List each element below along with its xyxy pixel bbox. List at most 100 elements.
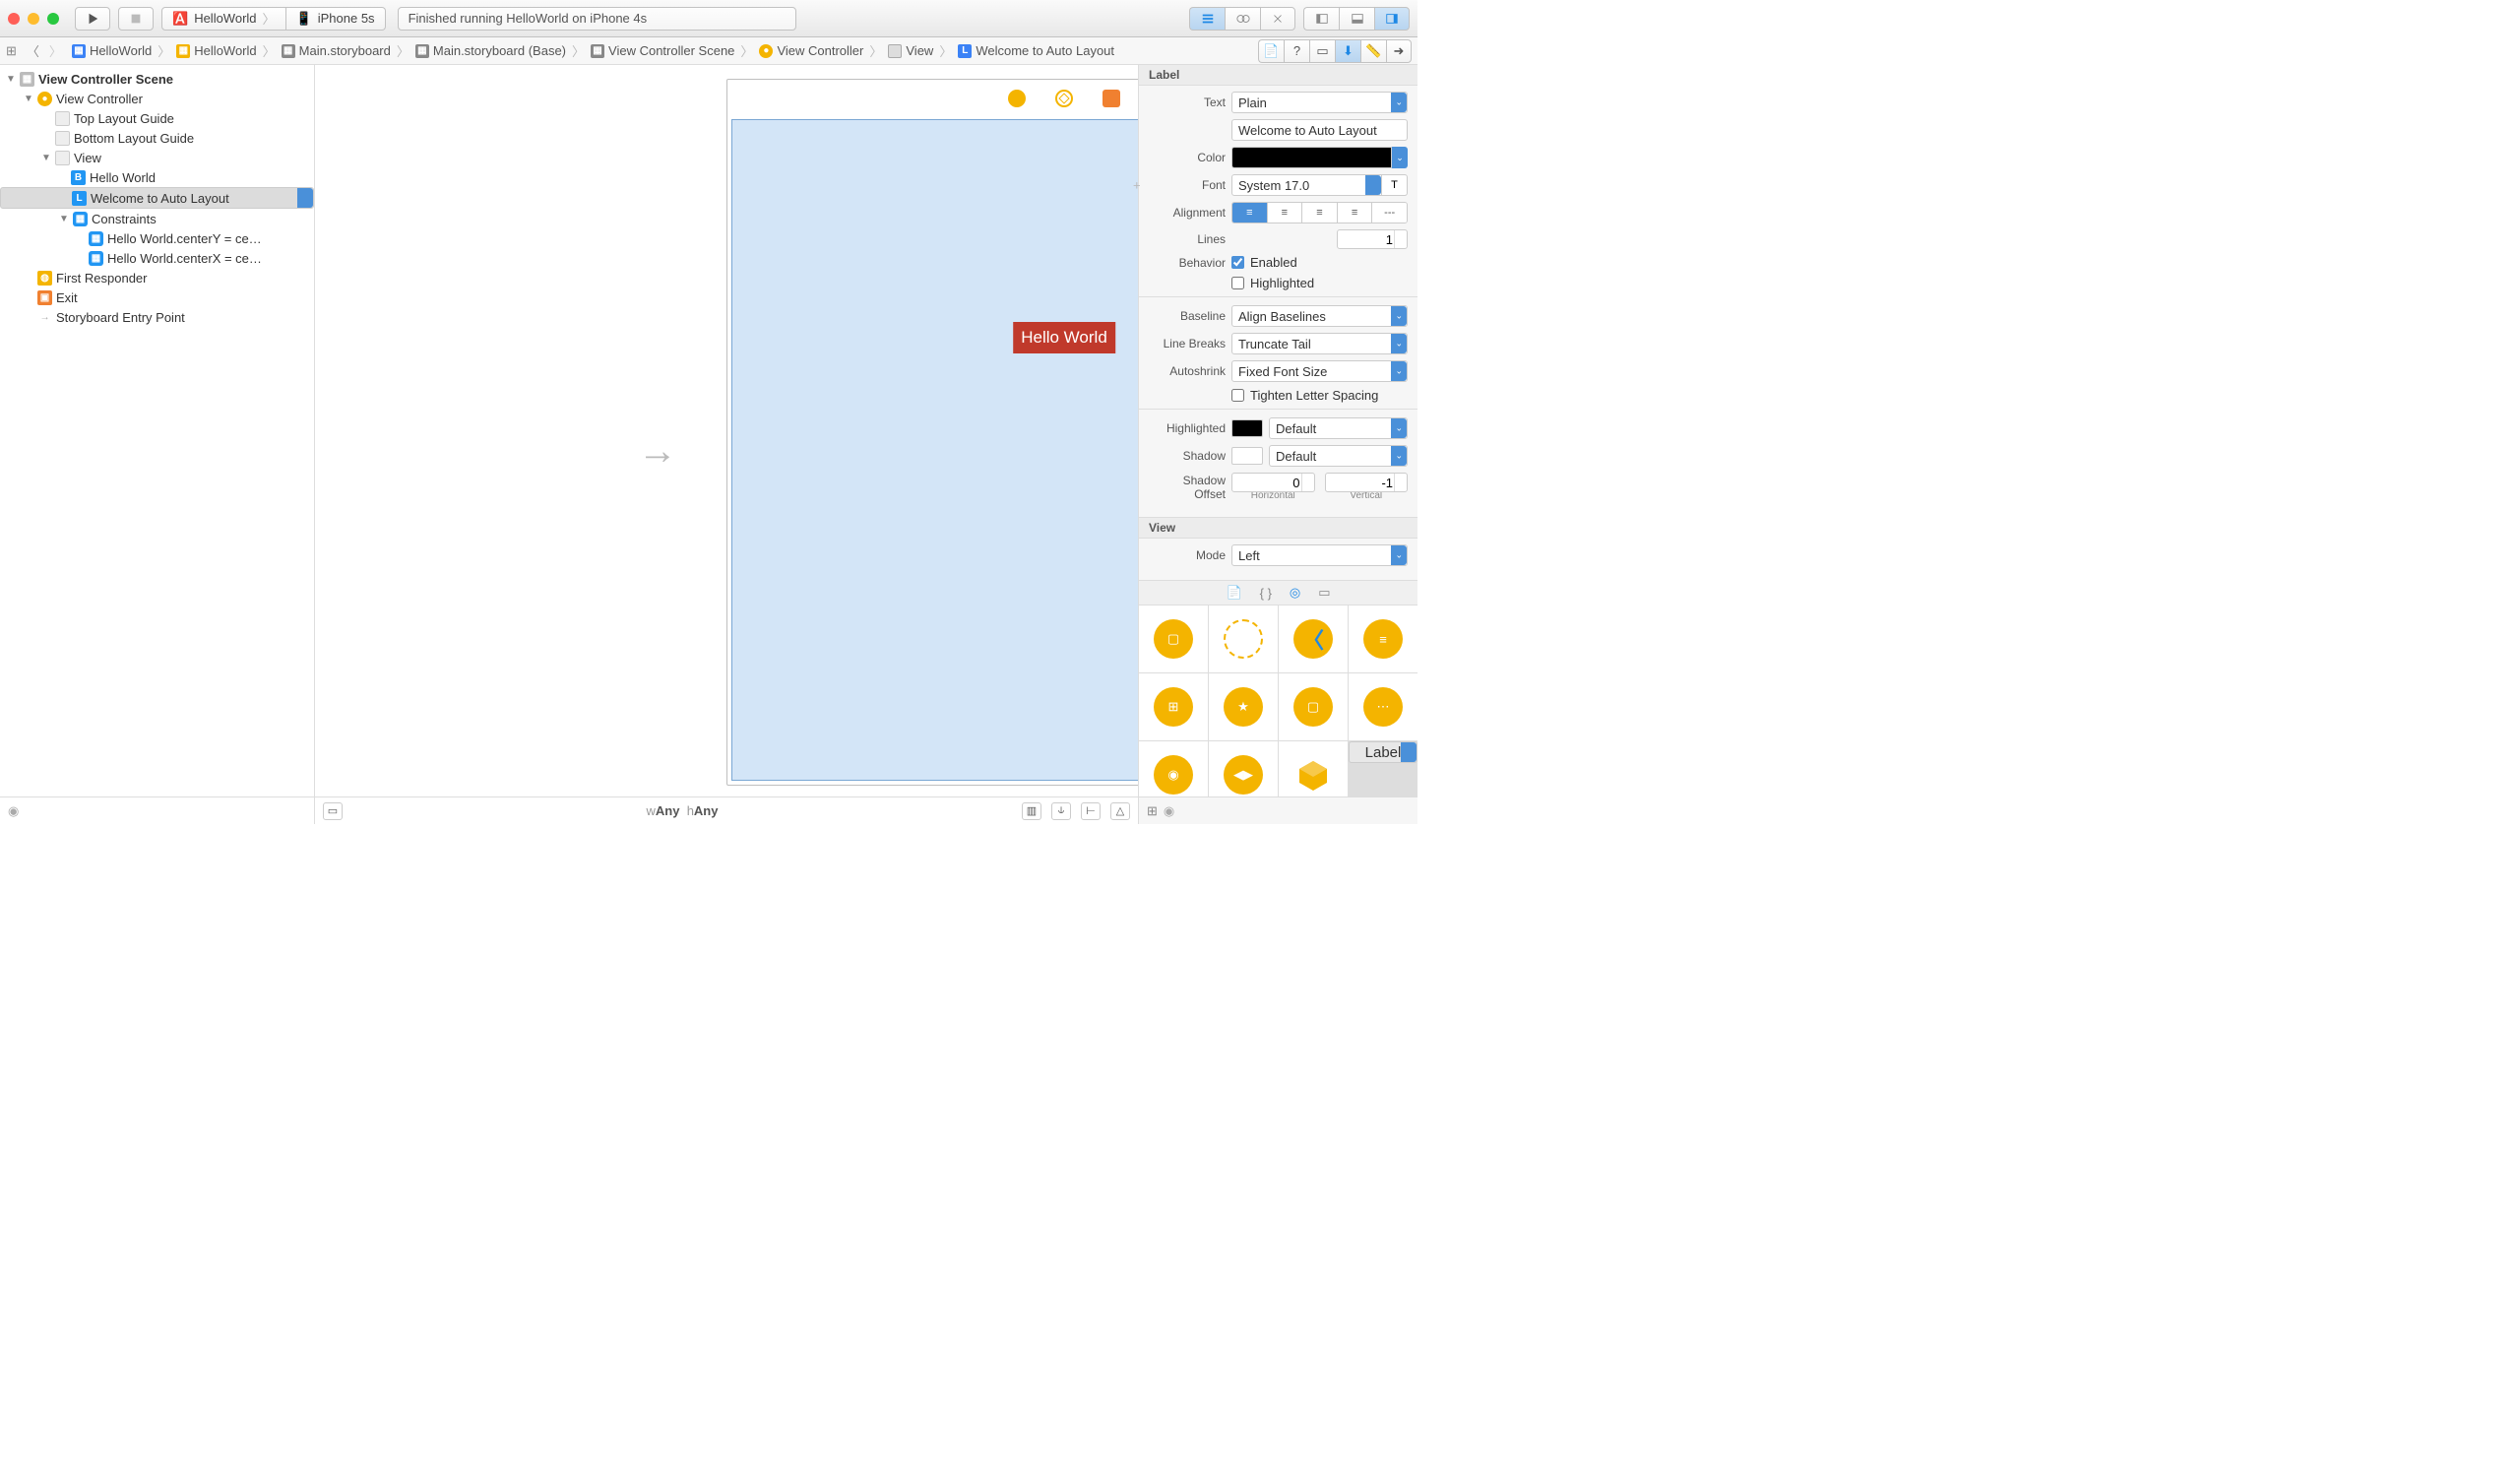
- highlighted-swatch[interactable]: [1231, 419, 1263, 437]
- font-select[interactable]: System 17.0: [1231, 174, 1382, 196]
- related-items-icon[interactable]: ⊞: [6, 43, 17, 59]
- library-view-toggle-icon[interactable]: ⊞: [1147, 803, 1158, 819]
- align-button[interactable]: ⫝: [1051, 802, 1071, 820]
- align-left-icon[interactable]: ≡: [1232, 203, 1268, 223]
- crumb-storyboard-base[interactable]: ▦Main.storyboard (Base): [411, 43, 570, 58]
- baseline-select[interactable]: Align Baselines⌄: [1231, 305, 1408, 327]
- lib-item-11[interactable]: [1279, 741, 1348, 796]
- toggle-outline-button[interactable]: ▭: [323, 802, 343, 820]
- highlighted-select[interactable]: Default⌄: [1269, 417, 1408, 439]
- text-color-swatch[interactable]: [1231, 147, 1392, 168]
- scene-responder-icon[interactable]: [1055, 90, 1073, 107]
- pin-button[interactable]: ⊢: [1081, 802, 1101, 820]
- text-type-select[interactable]: Plain⌄: [1231, 92, 1408, 113]
- lib-item-8[interactable]: ⋯: [1349, 673, 1418, 740]
- outline-constraints[interactable]: ▼▦Constraints: [0, 209, 314, 228]
- outline-label[interactable]: LWelcome to Auto Layout: [0, 187, 314, 209]
- lib-item-6[interactable]: ★: [1209, 673, 1278, 740]
- outline-scene[interactable]: ▼▦View Controller Scene: [0, 69, 314, 89]
- file-template-library-icon[interactable]: 📄: [1226, 585, 1241, 601]
- tighten-checkbox[interactable]: [1231, 389, 1244, 402]
- outline-view[interactable]: ▼ View: [0, 148, 314, 167]
- autoshrink-select[interactable]: Fixed Font Size⌄: [1231, 360, 1408, 382]
- run-button[interactable]: [75, 7, 110, 31]
- code-snippet-library-icon[interactable]: { }: [1260, 586, 1272, 601]
- crumb-scene[interactable]: ▦View Controller Scene: [587, 43, 738, 58]
- shadow-offset-h[interactable]: 0: [1231, 473, 1315, 492]
- lib-collectionviewcontroller[interactable]: ≡: [1349, 605, 1418, 672]
- lib-tableviewcontroller[interactable]: 〈: [1279, 605, 1348, 672]
- resolve-button[interactable]: △: [1110, 802, 1130, 820]
- interface-builder-canvas[interactable]: → Hello World Welcome to Auto Layout: [315, 65, 1138, 824]
- text-value-field[interactable]: Welcome to Auto Layout: [1231, 119, 1408, 141]
- highlighted-checkbox[interactable]: [1231, 277, 1244, 289]
- version-editor-button[interactable]: [1260, 7, 1295, 31]
- inspector-connections-icon[interactable]: ➜: [1386, 39, 1412, 63]
- shadow-select[interactable]: Default⌄: [1269, 445, 1408, 467]
- lib-item-10[interactable]: ◀▶: [1209, 741, 1278, 796]
- align-justify-icon[interactable]: ≡: [1338, 203, 1373, 223]
- library-filter-input[interactable]: [1180, 804, 1410, 818]
- stop-button[interactable]: [118, 7, 154, 31]
- toggle-navigator-button[interactable]: [1303, 7, 1339, 31]
- toggle-debug-button[interactable]: [1339, 7, 1374, 31]
- add-font-button[interactable]: +: [1133, 178, 1141, 193]
- assistant-editor-button[interactable]: [1225, 7, 1260, 31]
- enabled-checkbox[interactable]: [1231, 256, 1244, 269]
- outline-constraint-1[interactable]: ▦Hello World.centerY = ce…: [0, 228, 314, 248]
- scene-exit-icon[interactable]: [1102, 90, 1120, 107]
- crumb-viewcontroller[interactable]: ●View Controller: [755, 43, 867, 58]
- outline-constraint-2[interactable]: ▦Hello World.centerX = ce…: [0, 248, 314, 268]
- size-class-control[interactable]: wAny hAny: [343, 803, 1022, 818]
- font-picker-button[interactable]: T: [1382, 174, 1408, 196]
- lib-label[interactable]: Label: [1349, 741, 1418, 763]
- close-window-icon[interactable]: [8, 13, 20, 25]
- inspector-size-icon[interactable]: 📏: [1360, 39, 1386, 63]
- crumb-folder[interactable]: ▦HelloWorld: [172, 43, 260, 58]
- crumb-view[interactable]: View: [884, 43, 937, 58]
- lib-viewcontroller[interactable]: ▢: [1139, 605, 1208, 672]
- toggle-utilities-button[interactable]: [1374, 7, 1410, 31]
- hello-world-button[interactable]: Hello World: [1013, 322, 1115, 353]
- lines-stepper[interactable]: 1: [1337, 229, 1408, 249]
- align-natural-icon[interactable]: ---: [1372, 203, 1407, 223]
- lib-item-7[interactable]: ▢: [1279, 673, 1348, 740]
- shadow-offset-v[interactable]: -1: [1325, 473, 1409, 492]
- zoom-window-icon[interactable]: [47, 13, 59, 25]
- mode-select[interactable]: Left⌄: [1231, 544, 1408, 566]
- crumb-storyboard[interactable]: ▦Main.storyboard: [278, 43, 395, 58]
- inspector-identity-icon[interactable]: ▭: [1309, 39, 1335, 63]
- crumb-label[interactable]: LWelcome to Auto Layout: [954, 43, 1118, 58]
- media-library-icon[interactable]: ▭: [1318, 585, 1330, 601]
- linebreaks-select[interactable]: Truncate Tail⌄: [1231, 333, 1408, 354]
- align-right-icon[interactable]: ≡: [1302, 203, 1338, 223]
- lib-item-9[interactable]: ◉: [1139, 741, 1208, 796]
- inspector-file-icon[interactable]: 📄: [1258, 39, 1284, 63]
- scene-vc-icon[interactable]: [1008, 90, 1026, 107]
- stack-button[interactable]: ▥: [1022, 802, 1041, 820]
- text-color-menu[interactable]: ⌄: [1392, 147, 1408, 168]
- object-library[interactable]: ▢ 〈 ≡ ⊞ ★ ▢ ⋯ ◉ ◀▶ Label: [1139, 605, 1418, 796]
- inspector-help-icon[interactable]: ?: [1284, 39, 1309, 63]
- outline-entry-point[interactable]: →Storyboard Entry Point: [0, 307, 314, 327]
- minimize-window-icon[interactable]: [28, 13, 39, 25]
- alignment-segmented[interactable]: ≡≡≡≡---: [1231, 202, 1408, 223]
- scene-container[interactable]: Hello World Welcome to Auto Layout View: [726, 79, 1138, 786]
- jump-bar[interactable]: ⊞ 〈 〉 ▦HelloWorld〉 ▦HelloWorld〉 ▦Main.st…: [0, 37, 1418, 65]
- align-center-icon[interactable]: ≡: [1268, 203, 1303, 223]
- outline-viewcontroller[interactable]: ▼●View Controller: [0, 89, 314, 108]
- outline-filter[interactable]: ◉: [0, 796, 314, 824]
- shadow-swatch[interactable]: [1231, 447, 1263, 465]
- outline-filter-input[interactable]: [25, 804, 306, 818]
- scheme-selector[interactable]: 🅰️HelloWorld〉 📱iPhone 5s: [161, 7, 386, 31]
- outline-button[interactable]: BHello World: [0, 167, 314, 187]
- lib-item-5[interactable]: ⊞: [1139, 673, 1208, 740]
- inspector-attributes-icon[interactable]: ⬇: [1335, 39, 1360, 63]
- object-library-icon[interactable]: ◎: [1290, 585, 1300, 601]
- standard-editor-button[interactable]: [1189, 7, 1225, 31]
- outline-top-guide[interactable]: Top Layout Guide: [0, 108, 314, 128]
- lib-navcontroller[interactable]: [1209, 605, 1278, 672]
- back-button[interactable]: 〈: [23, 41, 43, 60]
- outline-exit[interactable]: ▣Exit: [0, 287, 314, 307]
- forward-button[interactable]: 〉: [45, 41, 66, 60]
